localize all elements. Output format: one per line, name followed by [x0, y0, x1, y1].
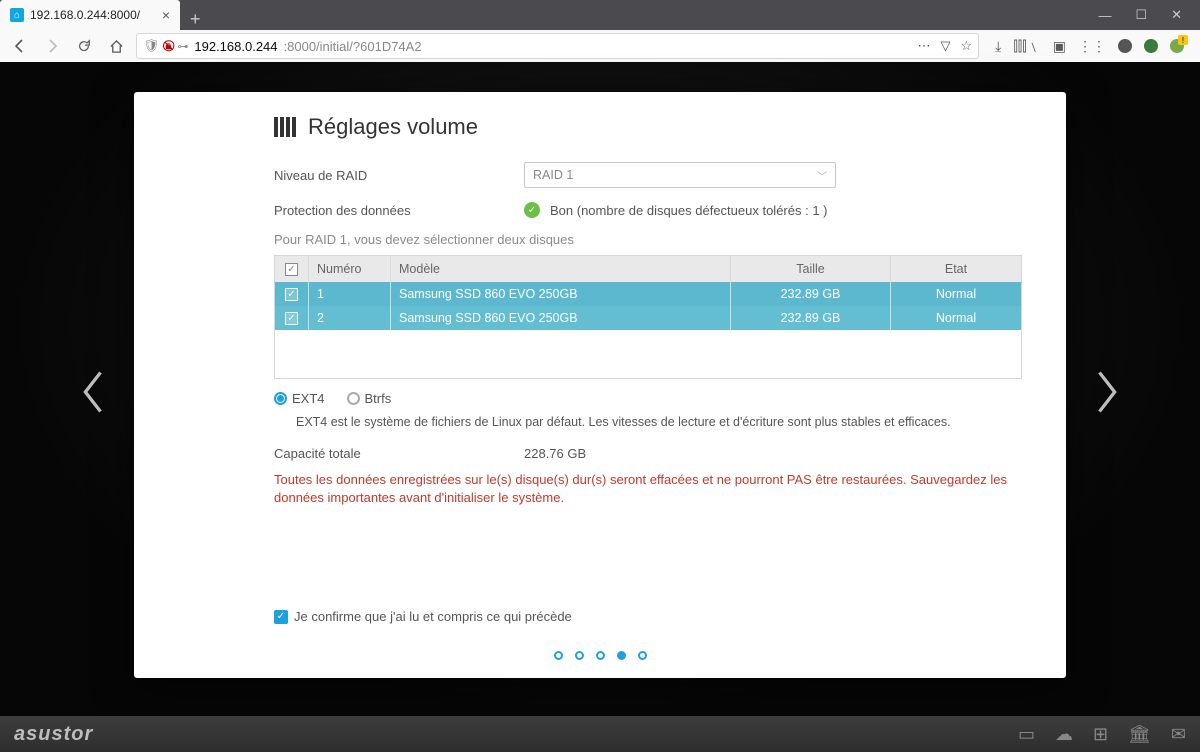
favicon-icon: ⌂	[10, 8, 24, 22]
close-window-button[interactable]: ✕	[1171, 7, 1182, 23]
status-ok-icon: ✓	[524, 202, 540, 218]
page-content: Réglages volume Niveau de RAID RAID 1 ﹀ …	[0, 62, 1200, 716]
table-row[interactable]: ✓ 1 Samsung SSD 860 EVO 250GB 232.89 GB …	[275, 282, 1021, 306]
extension-icon-1[interactable]: ⋮⋮	[1078, 38, 1106, 55]
url-bar[interactable]: 🛡 🔒⃠ ⊶ 192.168.0.244 :8000/initial/?601D7…	[136, 33, 979, 59]
fs-ext4-radio[interactable]: EXT4	[274, 391, 325, 406]
new-tab-button[interactable]: +	[180, 9, 211, 30]
cell-size: 232.89 GB	[731, 282, 891, 306]
tab-close-button[interactable]: ×	[162, 7, 170, 23]
col-model[interactable]: Modèle	[391, 256, 731, 282]
select-all-checkbox[interactable]: ✓	[285, 263, 298, 276]
library-icon[interactable]: ⫿⫿⫿﹨	[1013, 36, 1040, 56]
col-size[interactable]: Taille	[731, 256, 891, 282]
maximize-button[interactable]: ☐	[1135, 7, 1147, 23]
step-indicator	[134, 651, 1066, 660]
window-controls: — ☐ ✕	[1080, 0, 1200, 30]
fs-ext4-label: EXT4	[292, 391, 325, 406]
reload-button[interactable]	[72, 34, 96, 58]
prev-step-button[interactable]	[74, 362, 114, 422]
warning-text: Toutes les données enregistrées sur le(s…	[274, 471, 1022, 509]
confirm-checkbox[interactable]: ✓	[274, 610, 288, 624]
cloud-icon[interactable]: ☁	[1055, 724, 1073, 745]
cell-state: Normal	[891, 306, 1021, 330]
data-protection-value: Bon (nombre de disques défectueux toléré…	[550, 203, 828, 218]
download-icon[interactable]: ⤓	[995, 38, 1001, 55]
dialog-title: Réglages volume	[308, 114, 478, 140]
extension-icon-2[interactable]	[1118, 39, 1132, 53]
raid-level-value: RAID 1	[533, 168, 573, 182]
brand-logo: asustor	[14, 723, 93, 746]
bank-icon[interactable]: 🏛	[1128, 724, 1151, 745]
nav-bar: 🛡 🔒⃠ ⊶ 192.168.0.244 :8000/initial/?601D7…	[0, 30, 1200, 62]
table-header: ✓ Numéro Modèle Taille Etat	[275, 256, 1021, 282]
footer-icons: ▭ ☁ ⊞ 🏛 ✉	[1018, 724, 1186, 745]
col-state[interactable]: Etat	[891, 256, 1021, 282]
insecure-icon: 🔒⃠	[166, 40, 172, 53]
browser-chrome: ⌂ 192.168.0.244:8000/ × + — ☐ ✕ 🛡 🔒⃠ ⊶ 1…	[0, 0, 1200, 62]
bookmark-star-icon[interactable]: ☆	[960, 38, 972, 54]
extension-icon-3[interactable]	[1144, 39, 1158, 53]
key-icon: ⊶	[177, 40, 188, 53]
fs-btrfs-label: Btrfs	[365, 391, 392, 406]
confirm-label: Je confirme que j'ai lu et compris ce qu…	[294, 609, 572, 624]
raid-hint: Pour RAID 1, vous devez sélectionner deu…	[274, 232, 1022, 247]
url-host: 192.168.0.244	[194, 39, 277, 54]
col-number[interactable]: Numéro	[309, 256, 391, 282]
cell-num: 2	[309, 306, 391, 330]
minimize-button[interactable]: —	[1098, 8, 1111, 23]
cell-size: 232.89 GB	[731, 306, 891, 330]
mail-icon[interactable]: ✉	[1171, 724, 1186, 745]
fs-description: EXT4 est le système de fichiers de Linux…	[274, 412, 1022, 434]
capacity-label: Capacité totale	[274, 446, 524, 461]
tab-title: 192.168.0.244:8000/	[30, 8, 140, 22]
cell-model: Samsung SSD 860 EVO 250GB	[391, 306, 731, 330]
table-empty-area	[275, 330, 1021, 378]
step-dot-active[interactable]	[617, 651, 626, 660]
step-dot[interactable]	[575, 651, 584, 660]
reader-icon[interactable]: ▽	[940, 38, 950, 54]
extension-icon-4[interactable]: !	[1170, 39, 1184, 53]
step-dot[interactable]	[596, 651, 605, 660]
next-step-button[interactable]	[1086, 362, 1126, 422]
cell-state: Normal	[891, 282, 1021, 306]
puzzle-icon[interactable]: ⊞	[1093, 724, 1108, 745]
fs-btrfs-radio[interactable]: Btrfs	[347, 391, 392, 406]
row-checkbox[interactable]: ✓	[285, 288, 298, 301]
chevron-down-icon: ﹀	[817, 168, 827, 183]
raid-level-label: Niveau de RAID	[274, 168, 524, 183]
forward-button[interactable]	[40, 34, 64, 58]
row-checkbox[interactable]: ✓	[285, 312, 298, 325]
sidebar-icon[interactable]: ▣	[1053, 38, 1066, 55]
back-button[interactable]	[8, 34, 32, 58]
table-row[interactable]: ✓ 2 Samsung SSD 860 EVO 250GB 232.89 GB …	[275, 306, 1021, 330]
tab-strip: ⌂ 192.168.0.244:8000/ × + — ☐ ✕	[0, 0, 1200, 30]
volume-settings-dialog: Réglages volume Niveau de RAID RAID 1 ﹀ …	[134, 92, 1066, 678]
disk-table: ✓ Numéro Modèle Taille Etat ✓ 1 Samsung …	[274, 255, 1022, 379]
raid-level-select[interactable]: RAID 1 ﹀	[524, 162, 836, 188]
data-protection-label: Protection des données	[274, 203, 524, 218]
toolbar-extensions: ⤓ ⫿⫿⫿﹨ ▣ ⋮⋮ !	[987, 36, 1192, 56]
step-dot[interactable]	[638, 651, 647, 660]
browser-tab[interactable]: ⌂ 192.168.0.244:8000/ ×	[0, 0, 180, 30]
chat-icon[interactable]: ▭	[1018, 724, 1035, 745]
volume-icon	[274, 117, 296, 137]
step-dot[interactable]	[554, 651, 563, 660]
home-button[interactable]	[104, 34, 128, 58]
cell-num: 1	[309, 282, 391, 306]
url-path: :8000/initial/?601D74A2	[284, 39, 422, 54]
page-actions-icon[interactable]: ⋯	[917, 38, 930, 54]
shield-icon: 🛡	[143, 38, 160, 54]
footer-bar: asustor ▭ ☁ ⊞ 🏛 ✉	[0, 716, 1200, 752]
capacity-value: 228.76 GB	[524, 446, 586, 461]
cell-model: Samsung SSD 860 EVO 250GB	[391, 282, 731, 306]
